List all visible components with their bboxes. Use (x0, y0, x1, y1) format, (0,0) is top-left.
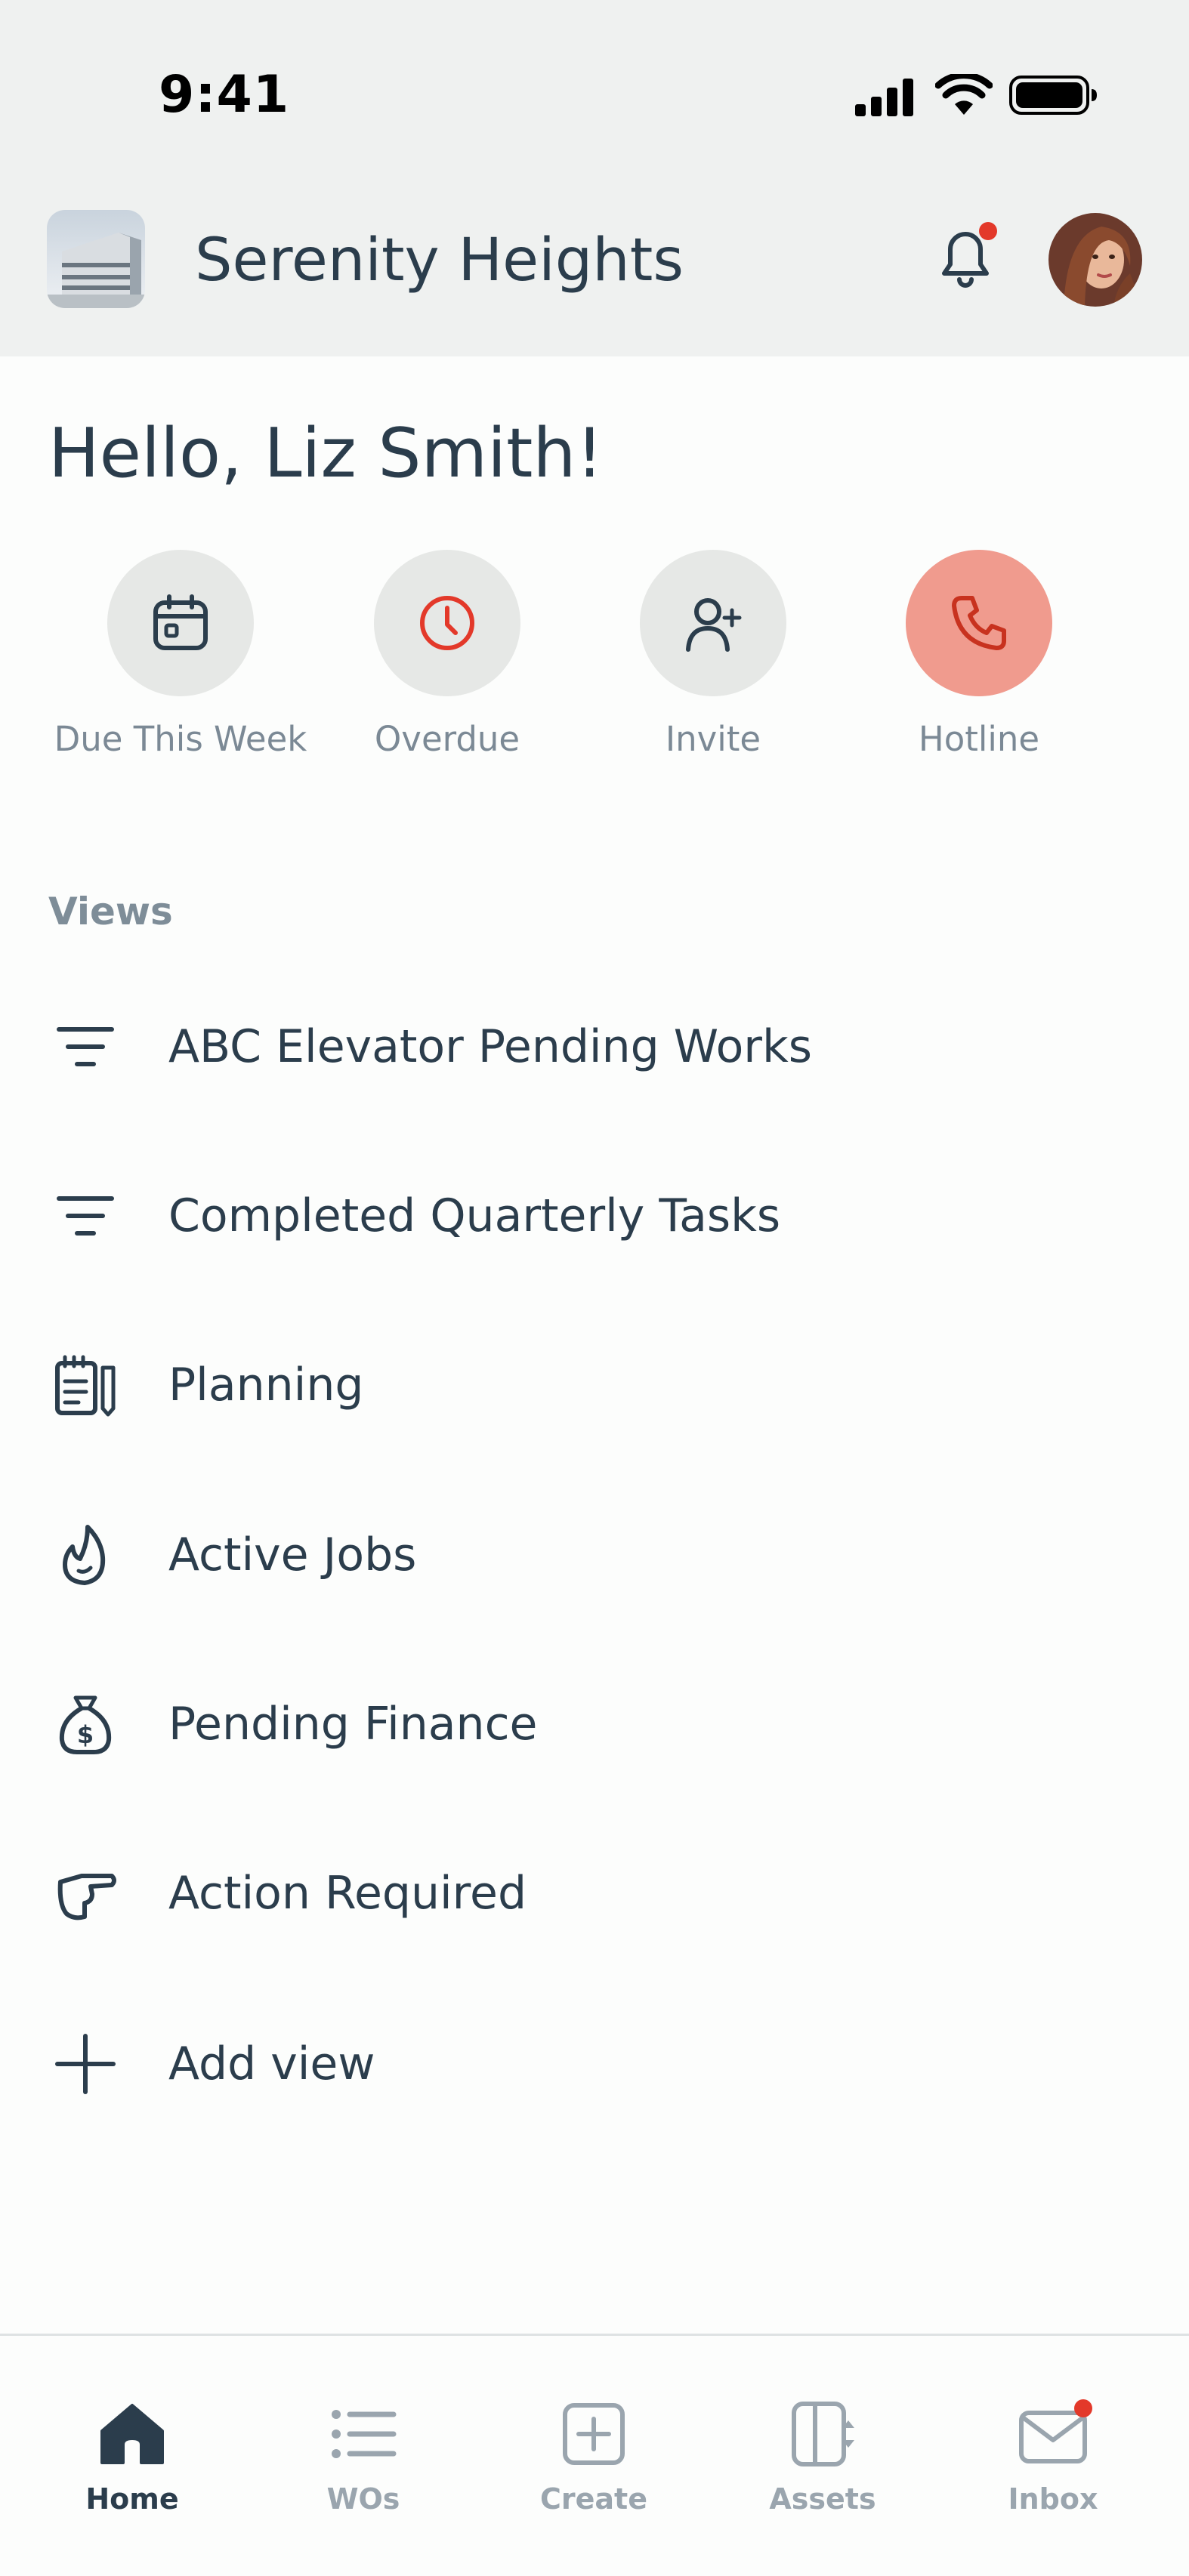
view-item-pending-finance[interactable]: $ Pending Finance (0, 1671, 1189, 1777)
tab-home[interactable]: Home (57, 2396, 208, 2516)
list-icon (332, 2410, 397, 2458)
property-thumbnail[interactable] (47, 210, 145, 308)
bottom-tab-bar: Home WOs Create Assets Inbox (0, 2334, 1189, 2576)
quick-action-label: Hotline (918, 719, 1040, 759)
clock-icon (420, 596, 474, 650)
inbox-unread-dot (1074, 2399, 1092, 2417)
signal-icon (855, 79, 913, 116)
assets-icon (792, 2402, 854, 2466)
tab-label: Inbox (1008, 2482, 1098, 2516)
add-view-button[interactable]: Add view (0, 2011, 1189, 2117)
status-time: 9:41 (159, 65, 290, 125)
view-item-action-required[interactable]: Action Required (0, 1840, 1189, 1946)
quick-action-label: Overdue (374, 719, 520, 759)
quick-action-label: Invite (665, 719, 761, 759)
status-bar: 9:41 (0, 0, 1189, 181)
notifications-button[interactable] (928, 219, 1003, 295)
notification-dot (979, 222, 997, 240)
plus-icon (55, 2034, 116, 2094)
quick-action-hotline[interactable]: Hotline (846, 550, 1112, 759)
avatar[interactable] (1048, 213, 1142, 307)
phone-icon (952, 596, 1006, 650)
tab-inbox[interactable]: Inbox (977, 2396, 1129, 2516)
tab-label: Home (85, 2482, 179, 2516)
flame-icon (63, 1525, 106, 1585)
quick-action-due-this-week[interactable]: Due This Week (48, 550, 313, 759)
plus-square-icon (563, 2403, 625, 2465)
filter-icon (57, 1196, 114, 1236)
views-section-title: Views (48, 890, 173, 933)
view-item-active-jobs[interactable]: Active Jobs (0, 1502, 1189, 1608)
add-view-label: Add view (168, 2038, 375, 2090)
calendar-icon (153, 594, 208, 650)
view-item-completed-quarterly[interactable]: Completed Quarterly Tasks (0, 1163, 1189, 1269)
view-item-label: Active Jobs (168, 1529, 417, 1581)
home-icon (100, 2404, 164, 2464)
filter-icon (57, 1027, 114, 1066)
view-item-abc-elevator[interactable]: ABC Elevator Pending Works (0, 994, 1189, 1100)
quick-action-overdue[interactable]: Overdue (314, 550, 580, 759)
view-item-label: ABC Elevator Pending Works (168, 1020, 812, 1073)
tab-label: Assets (769, 2482, 876, 2516)
property-name[interactable]: Serenity Heights (195, 227, 684, 295)
quick-action-label: Due This Week (54, 719, 307, 759)
view-item-label: Completed Quarterly Tasks (168, 1189, 781, 1242)
notebook-icon (55, 1355, 116, 1417)
view-item-label: Action Required (168, 1867, 527, 1920)
property-header: Serenity Heights (0, 181, 1189, 356)
tab-assets[interactable]: Assets (747, 2396, 898, 2516)
quick-action-invite[interactable]: Invite (580, 550, 846, 759)
tab-label: WOs (326, 2482, 400, 2516)
greeting: Hello, Liz Smith! (48, 414, 604, 493)
wifi-icon (935, 74, 993, 115)
money-bag-icon: $ (59, 1695, 112, 1754)
view-item-label: Pending Finance (168, 1698, 538, 1751)
tab-label: Create (540, 2482, 647, 2516)
battery-icon (1009, 76, 1097, 115)
tab-wos[interactable]: WOs (288, 2396, 439, 2516)
svg-text:$: $ (77, 1720, 94, 1749)
user-plus-icon (686, 598, 742, 652)
status-icons (854, 72, 1097, 121)
pointing-hand-icon (57, 1874, 116, 1920)
view-item-planning[interactable]: Planning (0, 1332, 1189, 1438)
tab-create[interactable]: Create (518, 2396, 669, 2516)
view-item-label: Planning (168, 1359, 364, 1411)
